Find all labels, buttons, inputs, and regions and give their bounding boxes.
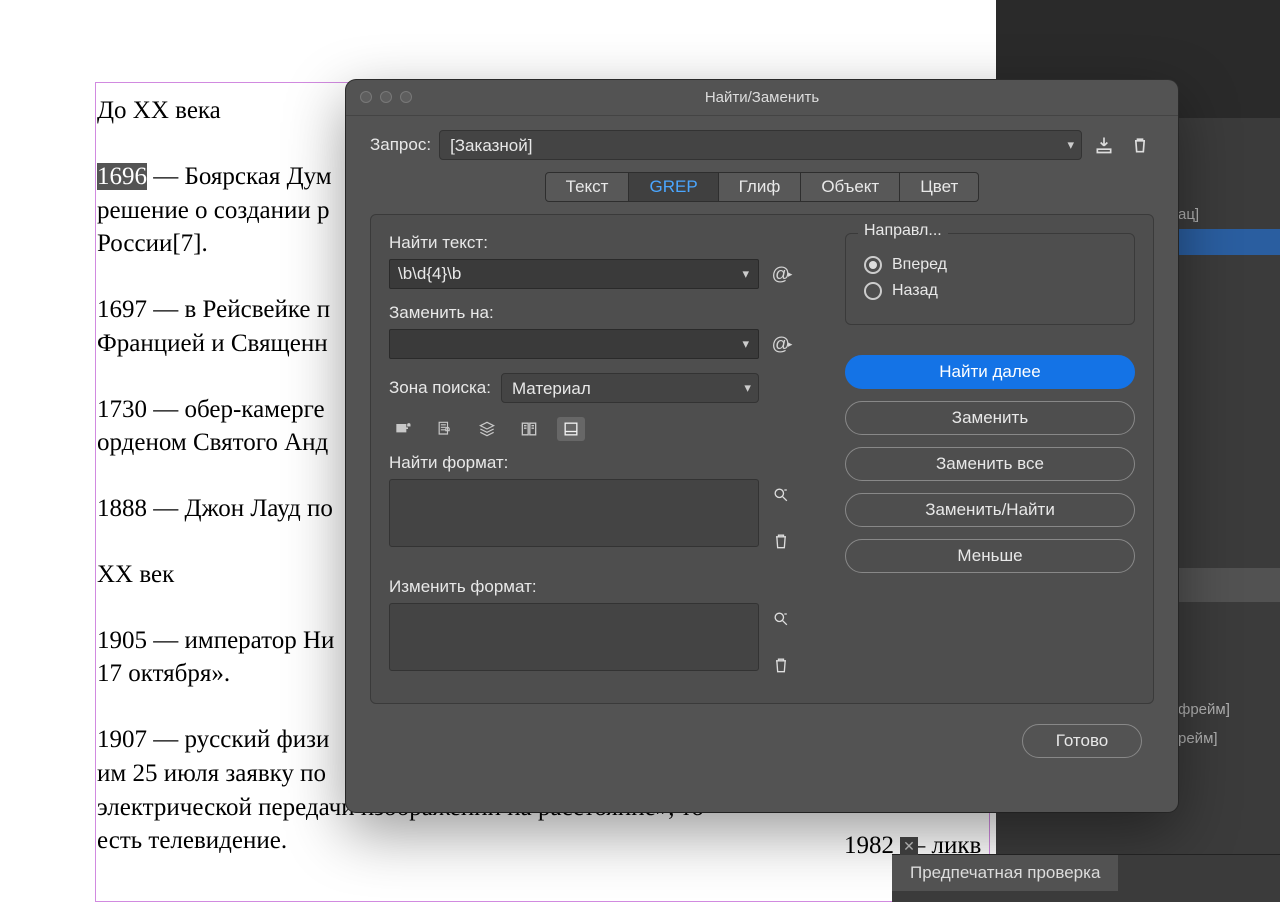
query-select[interactable]: [Заказной] xyxy=(439,130,1082,160)
dialog-titlebar: Найти/Заменить xyxy=(346,80,1178,116)
query-row: Запрос: [Заказной] ▾ xyxy=(346,116,1178,170)
delete-query-icon[interactable] xyxy=(1126,131,1154,159)
specify-change-format-icon[interactable] xyxy=(767,605,795,633)
change-format-label: Изменить формат: xyxy=(389,577,821,597)
locked-stories-toggle-icon[interactable] xyxy=(431,417,459,441)
scope-select[interactable]: Материал xyxy=(501,373,759,403)
radio-label: Вперед xyxy=(892,256,947,274)
radio-label: Назад xyxy=(892,282,938,300)
find-label: Найти текст: xyxy=(389,233,821,253)
zoom-window-button[interactable] xyxy=(400,91,412,103)
footnotes-toggle-icon[interactable] xyxy=(557,417,585,441)
done-button[interactable]: Готово xyxy=(1022,724,1142,758)
find-format-box[interactable] xyxy=(389,479,759,547)
query-select-wrap: [Заказной] ▾ xyxy=(439,130,1082,160)
clear-change-format-icon[interactable] xyxy=(767,651,795,679)
tab-glyph[interactable]: Глиф xyxy=(719,172,802,202)
specify-find-format-icon[interactable] xyxy=(767,481,795,509)
tab-text[interactable]: Текст xyxy=(545,172,630,202)
query-label: Запрос: xyxy=(370,135,431,155)
direction-backward-radio[interactable]: Назад xyxy=(864,282,1116,300)
find-special-char-menu[interactable]: @▸ xyxy=(769,261,795,287)
master-pages-toggle-icon[interactable] xyxy=(515,417,543,441)
right-column: Направл... Вперед Назад Найти далее Заме… xyxy=(845,233,1135,679)
preflight-tab[interactable]: Предпечатная проверка xyxy=(892,855,1118,891)
tab-color[interactable]: Цвет xyxy=(900,172,979,202)
direction-legend: Направл... xyxy=(858,222,948,240)
find-format-label: Найти формат: xyxy=(389,453,821,473)
sidebar-item[interactable]: рейм] xyxy=(1170,724,1280,753)
change-all-button[interactable]: Заменить все xyxy=(845,447,1135,481)
preflight-panel: ✕ Предпечатная проверка xyxy=(892,854,1280,902)
search-option-toggles xyxy=(389,417,821,441)
find-replace-dialog: Найти/Заменить Запрос: [Заказной] ▾ Текс… xyxy=(346,80,1178,812)
sidebar-item[interactable]: фрейм] xyxy=(1170,695,1280,724)
right-panel-tab[interactable] xyxy=(1172,568,1280,602)
find-next-button[interactable]: Найти далее xyxy=(845,355,1135,389)
change-button[interactable]: Заменить xyxy=(845,401,1135,435)
direction-group: Направл... Вперед Назад xyxy=(845,233,1135,325)
close-icon[interactable]: ✕ xyxy=(900,837,918,855)
radio-icon xyxy=(864,256,882,274)
replace-label: Заменить на: xyxy=(389,303,821,323)
find-input[interactable] xyxy=(389,259,759,289)
replace-input[interactable] xyxy=(389,329,759,359)
clear-find-format-icon[interactable] xyxy=(767,527,795,555)
tab-object[interactable]: Объект xyxy=(801,172,900,202)
window-controls xyxy=(360,91,412,103)
change-format-box[interactable] xyxy=(389,603,759,671)
search-mode-tabs: Текст GREP Глиф Объект Цвет xyxy=(346,170,1178,214)
dialog-footer: Готово xyxy=(346,720,1178,758)
radio-icon xyxy=(864,282,882,300)
left-column: Найти текст: ▾ @▸ Заменить на: ▾ @▸ Зона… xyxy=(389,233,821,679)
locked-layers-toggle-icon[interactable] xyxy=(389,417,417,441)
find-replace-panel: Найти текст: ▾ @▸ Заменить на: ▾ @▸ Зона… xyxy=(370,214,1154,704)
fewer-options-button[interactable]: Меньше xyxy=(845,539,1135,573)
sidebar-item[interactable]: ац] xyxy=(1170,200,1280,229)
close-window-button[interactable] xyxy=(360,91,372,103)
grep-match-highlight: 1696 xyxy=(97,163,147,190)
change-find-button[interactable]: Заменить/Найти xyxy=(845,493,1135,527)
replace-special-char-menu[interactable]: @▸ xyxy=(769,331,795,357)
tab-grep[interactable]: GREP xyxy=(629,172,718,202)
right-panel-list: ац] фрейм] рейм] xyxy=(1170,200,1280,900)
save-query-icon[interactable] xyxy=(1090,131,1118,159)
scope-label: Зона поиска: xyxy=(389,378,491,398)
dialog-title: Найти/Заменить xyxy=(705,89,819,106)
direction-forward-radio[interactable]: Вперед xyxy=(864,256,1116,274)
hidden-layers-toggle-icon[interactable] xyxy=(473,417,501,441)
sidebar-item-selected[interactable] xyxy=(1170,229,1280,255)
minimize-window-button[interactable] xyxy=(380,91,392,103)
